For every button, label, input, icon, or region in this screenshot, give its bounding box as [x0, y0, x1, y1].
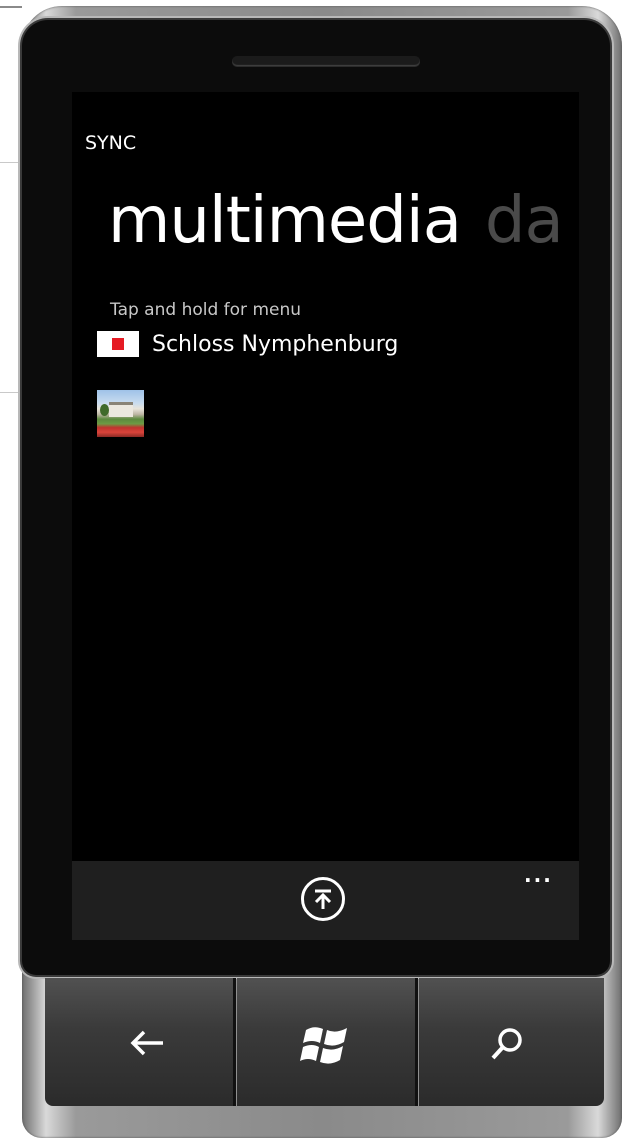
application-bar: ... [72, 861, 579, 940]
palace-photo-thumbnail[interactable] [97, 390, 144, 437]
upload-button[interactable] [301, 877, 345, 921]
pivot-item-next[interactable]: da [485, 184, 564, 258]
upload-icon [314, 889, 332, 909]
list-item[interactable]: Schloss Nymphenburg [97, 328, 517, 360]
hardware-search-button[interactable] [419, 978, 604, 1106]
button-separator-1 [233, 978, 236, 1106]
red-square-icon [97, 331, 139, 357]
button-separator-2 [415, 978, 418, 1106]
hardware-back-button[interactable] [45, 978, 233, 1106]
earpiece-speaker [232, 56, 420, 66]
search-icon [491, 1028, 522, 1060]
hint-text: Tap and hold for menu [110, 300, 302, 320]
pivot-item-multimedia[interactable]: multimedia [108, 184, 462, 258]
appbar-more-button[interactable]: ... [524, 863, 553, 887]
window-divider-top [0, 6, 22, 8]
pivot-header: multimedia da [108, 184, 564, 258]
app-title: SYNC [85, 132, 137, 154]
windows-logo-icon [300, 1027, 347, 1064]
hardware-start-button[interactable] [237, 978, 415, 1106]
window-divider-2 [0, 392, 22, 393]
back-arrow-icon [130, 1030, 163, 1056]
window-divider-1 [0, 162, 22, 163]
phone-screen: SYNC multimedia da Tap and hold for menu … [72, 92, 579, 940]
list-item-label: Schloss Nymphenburg [152, 331, 399, 357]
